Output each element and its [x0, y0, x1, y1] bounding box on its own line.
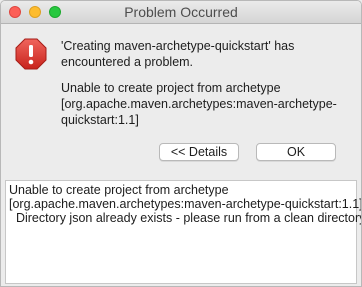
details-line: [org.apache.maven.archetypes:maven-arche…	[9, 197, 362, 211]
details-button[interactable]: << Details	[159, 143, 239, 161]
window-title: Problem Occurred	[124, 4, 238, 20]
ok-button[interactable]: OK	[256, 143, 336, 161]
title-bar: Problem Occurred	[1, 1, 361, 24]
error-summary: 'Creating maven-archetype-quickstart' ha…	[61, 39, 295, 69]
error-detail-summary: Unable to create project from archetype …	[61, 81, 337, 127]
message-area: 'Creating maven-archetype-quickstart' ha…	[61, 38, 351, 138]
details-line: Directory json already exists - please r…	[9, 211, 362, 225]
details-line: Unable to create project from archetype	[9, 183, 229, 197]
problem-dialog: Problem Occurred 'Creating maven-archety…	[0, 0, 362, 287]
error-icon	[15, 38, 47, 70]
details-text-area[interactable]: Unable to create project from archetype[…	[5, 180, 362, 284]
